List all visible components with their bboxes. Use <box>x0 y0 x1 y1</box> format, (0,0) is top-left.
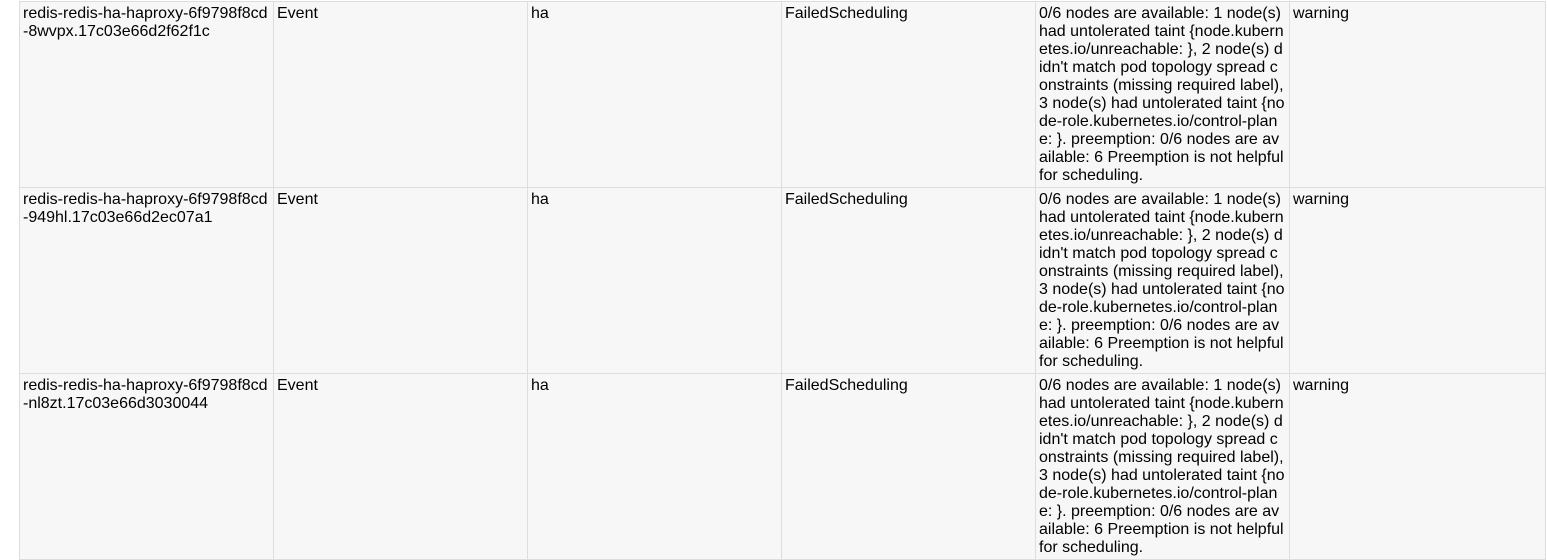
event-message-cell: 0/6 nodes are available: 1 node(s) had u… <box>1035 373 1290 560</box>
event-message-cell: 0/6 nodes are available: 1 node(s) had u… <box>1035 187 1290 374</box>
event-namespace-cell: ha <box>527 187 782 374</box>
table-row: redis-redis-ha-haproxy-6f9798f8cd-nl8zt.… <box>19 373 1546 560</box>
event-namespace-cell: ha <box>527 1 782 188</box>
event-namespace-cell: ha <box>527 373 782 560</box>
event-reason-cell: FailedScheduling <box>781 373 1036 560</box>
events-table: redis-redis-ha-haproxy-6f9798f8cd-8wvpx.… <box>19 1 1546 560</box>
event-reason-cell: FailedScheduling <box>781 187 1036 374</box>
table-row: redis-redis-ha-haproxy-6f9798f8cd-949hl.… <box>19 187 1546 374</box>
event-reason-cell: FailedScheduling <box>781 1 1036 188</box>
event-name-cell: redis-redis-ha-haproxy-6f9798f8cd-nl8zt.… <box>19 373 274 560</box>
event-kind-cell: Event <box>273 187 528 374</box>
event-type-cell: warning <box>1289 373 1546 560</box>
event-name-cell: redis-redis-ha-haproxy-6f9798f8cd-949hl.… <box>19 187 274 374</box>
event-name-cell: redis-redis-ha-haproxy-6f9798f8cd-8wvpx.… <box>19 1 274 188</box>
event-kind-cell: Event <box>273 373 528 560</box>
event-type-cell: warning <box>1289 187 1546 374</box>
table-row: redis-redis-ha-haproxy-6f9798f8cd-8wvpx.… <box>19 1 1546 188</box>
event-message-cell: 0/6 nodes are available: 1 node(s) had u… <box>1035 1 1290 188</box>
events-table-container: redis-redis-ha-haproxy-6f9798f8cd-8wvpx.… <box>19 1 1547 560</box>
event-type-cell: warning <box>1289 1 1546 188</box>
event-kind-cell: Event <box>273 1 528 188</box>
events-table-body: redis-redis-ha-haproxy-6f9798f8cd-8wvpx.… <box>19 1 1546 560</box>
